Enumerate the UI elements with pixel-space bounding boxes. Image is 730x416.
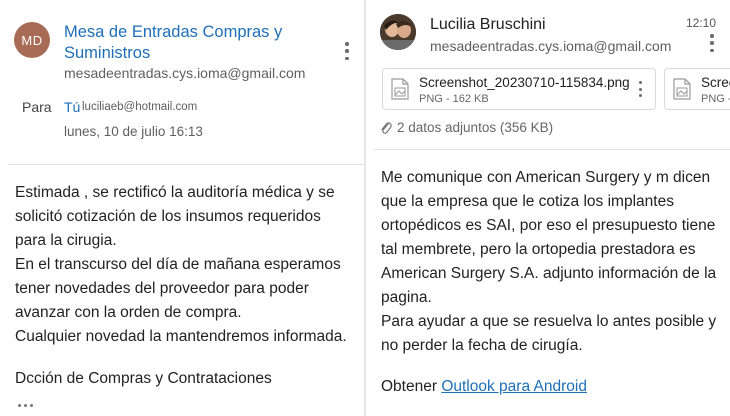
sender-name[interactable]: Lucilia Bruschini [430,16,546,34]
recipient-email: mesadeentradas.cys.ioma@gmail.com [430,38,672,54]
more-horiz-icon[interactable] [18,404,33,407]
sender-email: mesadeentradas.cys.ioma@gmail.com [64,65,306,81]
body-line: Me comunique con American Surgery y m di… [381,169,711,186]
attachment-card[interactable]: Screenshot_20230710-115834.png PNG - 162… [382,68,656,110]
attachment-name: Scree [701,75,730,90]
more-options-icon[interactable] [705,34,719,52]
paperclip-icon [381,121,392,134]
sender-avatar-photo[interactable] [380,14,416,50]
body-line: pagina. [381,289,432,306]
body-line: que la empresa que le cotiza los implant… [381,193,674,210]
body-line: tal membrete, pero la ortopedia prestado… [381,241,696,258]
attachment-more-icon[interactable] [633,81,647,97]
email-time: 12:10 [686,16,717,30]
attachment-card[interactable]: Scree PNG - [664,68,730,110]
body-line: Cualquier novedad la mantendremos inform… [15,328,347,345]
attachment-meta: PNG - 162 KB [419,93,489,105]
attachments-summary[interactable]: 2 datos adjuntos (356 KB) [380,120,553,135]
body-line: En el transcurso del día de mañana esper… [15,256,341,273]
to-recipient-email: luciliaeb@hotmail.com [82,101,198,113]
body-line: American Surgery S.A. adjunto informació… [381,265,717,282]
body-line: solicitó cotización de los insumos reque… [15,208,321,225]
body-line: avanzar con la orden de compra. [15,304,242,321]
body-line: Para ayudar a que se resuelva lo antes p… [381,313,717,330]
attachment-meta: PNG - [701,93,730,105]
attachments-summary-text: 2 datos adjuntos (356 KB) [397,120,554,135]
email-body: Estimada , se rectificó la auditoría méd… [15,181,360,349]
footer-prefix: Obtener [381,378,438,395]
right-email-pane: Lucilia Bruschini mesadeentradas.cys.iom… [366,0,730,416]
to-recipient-self[interactable]: Tú [64,99,80,115]
image-file-icon [391,78,409,100]
sender-name[interactable]: Mesa de Entradas Compras y Suministros [64,22,304,64]
body-line: no perder la fecha de cirugía. [381,337,583,354]
body-line: Estimada , se rectificó la auditoría méd… [15,184,335,201]
divider [374,149,730,150]
body-line: tener novedades del proveedor para poder [15,280,309,297]
email-signature: Dcción de Compras y Contrataciones [15,370,272,387]
outlook-android-link[interactable]: Outlook para Android [441,378,587,395]
body-line: para la cirugia. [15,232,117,249]
body-line: ortopédicos es SAI, por eso el presupues… [381,217,716,234]
divider [8,164,364,165]
sender-avatar[interactable]: MD [14,22,50,58]
attachment-name: Screenshot_20230710-115834.png [419,75,630,90]
email-body: Me comunique con American Surgery y m di… [381,166,726,358]
image-file-icon [673,78,691,100]
left-email-pane: MD Mesa de Entradas Compras y Suministro… [0,0,364,416]
to-label: Para [22,99,52,115]
email-date: lunes, 10 de julio 16:13 [64,124,203,139]
email-footer: Obtener Outlook para Android [381,378,587,396]
more-options-icon[interactable] [340,42,354,60]
